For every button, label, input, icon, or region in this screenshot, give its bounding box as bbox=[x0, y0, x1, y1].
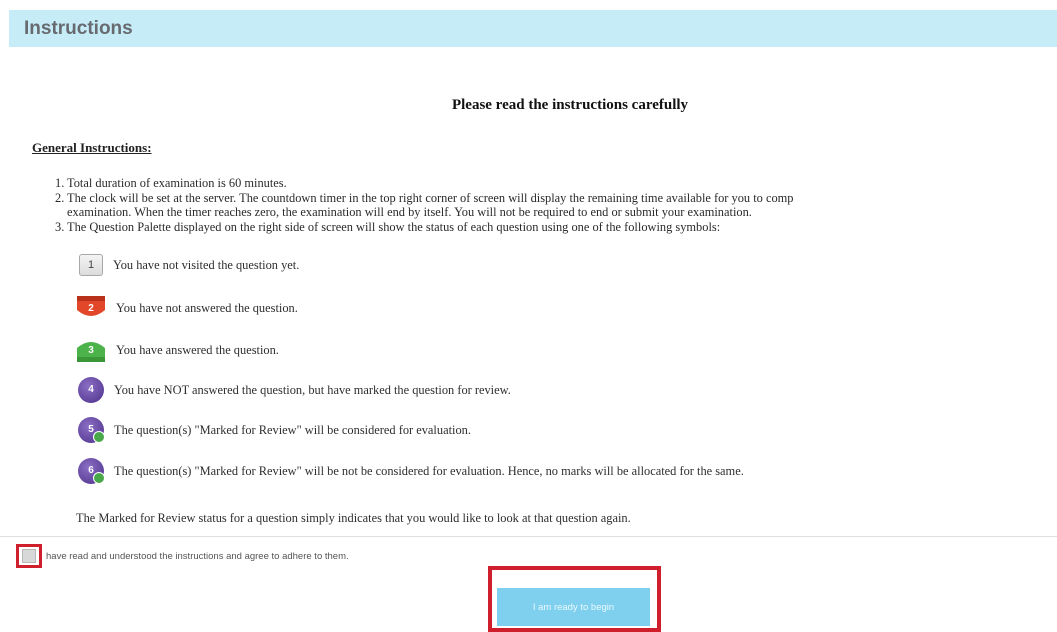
legend-item-not-visited: 1 You have not visited the question yet. bbox=[76, 252, 299, 278]
instruction-number: 3. bbox=[55, 219, 65, 234]
legend-item-answered-marked-not-evaluated: 6 The question(s) "Marked for Review" wi… bbox=[76, 458, 744, 484]
divider bbox=[0, 536, 1057, 537]
general-instructions-heading: General Instructions: bbox=[32, 140, 152, 155]
answered-marked-for-review-icon: 5 bbox=[78, 417, 105, 443]
instructions-header: Instructions bbox=[9, 10, 1057, 47]
legend-text: The question(s) "Marked for Review" will… bbox=[114, 463, 744, 478]
instruction-number: 2. bbox=[55, 190, 65, 205]
answered-marked-for-review-icon: 6 bbox=[78, 458, 105, 484]
not-answered-icon: 2 bbox=[76, 295, 106, 321]
instruction-text: The Question Palette displayed on the ri… bbox=[67, 219, 721, 234]
page-heading: Please read the instructions carefully bbox=[451, 97, 689, 113]
legend-text: You have not answered the question. bbox=[116, 300, 298, 315]
not-visited-icon: 1 bbox=[79, 254, 103, 276]
legend-text: The question(s) "Marked for Review" will… bbox=[114, 422, 471, 437]
checkbox-highlight bbox=[16, 544, 42, 568]
answered-tick-icon bbox=[93, 472, 105, 484]
legend-item-marked-for-review: 4 You have NOT answered the question, bu… bbox=[76, 377, 511, 403]
instruction-item: 1. Total duration of examination is 60 m… bbox=[55, 176, 1057, 191]
legend-item-answered: 3 You have answered the question. bbox=[76, 337, 279, 363]
ready-to-begin-button[interactable]: I am ready to begin bbox=[497, 588, 650, 626]
answered-tick-icon bbox=[93, 431, 105, 443]
instruction-number: 1. bbox=[55, 176, 65, 190]
agreement-row: have read and understood the instruction… bbox=[16, 544, 349, 568]
legend-text: You have NOT answered the question, but … bbox=[114, 382, 511, 397]
agreement-checkbox[interactable] bbox=[22, 549, 36, 563]
instruction-text: Total duration of examination is 60 minu… bbox=[67, 176, 287, 190]
legend-text: You have not visited the question yet. bbox=[113, 257, 300, 272]
header-title: Instructions bbox=[24, 17, 133, 39]
instruction-item: 3. The Question Palette displayed on the… bbox=[55, 220, 1057, 235]
review-note: The Marked for Review status for a quest… bbox=[76, 511, 631, 525]
answered-icon: 3 bbox=[76, 337, 106, 363]
legend-text: You have answered the question. bbox=[116, 342, 279, 357]
instruction-item: 2. The clock will be set at the server. … bbox=[55, 191, 1057, 220]
instruction-text-continued: examination. When the timer reaches zero… bbox=[67, 205, 752, 219]
instruction-text: The clock will be set at the server. The… bbox=[67, 190, 794, 205]
agreement-label[interactable]: have read and understood the instruction… bbox=[46, 551, 349, 562]
legend-item-answered-marked-for-review: 5 The question(s) "Marked for Review" wi… bbox=[76, 417, 471, 443]
marked-for-review-icon: 4 bbox=[78, 377, 104, 403]
legend-item-not-answered: 2 You have not answered the question. bbox=[76, 295, 298, 321]
instructions-list: 1. Total duration of examination is 60 m… bbox=[55, 176, 1057, 234]
